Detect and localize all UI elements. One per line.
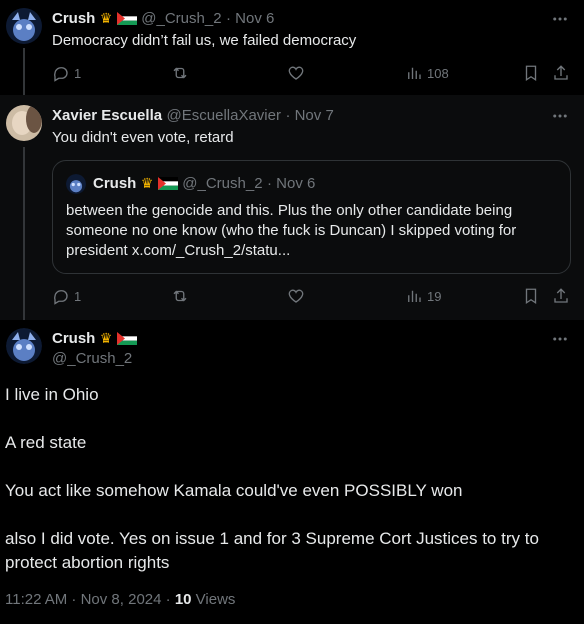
like-button[interactable]	[287, 64, 305, 82]
views-icon	[408, 290, 421, 302]
tweet-date[interactable]: · Nov 6	[226, 10, 274, 27]
reply-icon	[54, 290, 68, 305]
thread-line	[23, 147, 25, 320]
views-button[interactable]: 108	[405, 64, 449, 82]
views-button[interactable]: 19	[405, 287, 441, 305]
views-label: Views	[191, 591, 236, 608]
tweet-paragraph: I live in Ohio	[5, 385, 99, 404]
handle[interactable]: @EscuellaXavier	[167, 107, 281, 124]
quoted-tweet[interactable]: Crush ♛ @_Crush_2 · Nov 6 between the ge…	[52, 160, 571, 274]
reply-icon	[54, 67, 68, 82]
avatar[interactable]	[6, 105, 42, 141]
retweet-button[interactable]	[171, 64, 189, 82]
like-button[interactable]	[287, 287, 305, 305]
avatar[interactable]	[66, 174, 86, 194]
tweet-date: · Nov 6	[267, 175, 316, 192]
avatar[interactable]	[6, 8, 42, 44]
crown-emoji: ♛	[99, 330, 113, 347]
more-icon[interactable]	[551, 107, 569, 130]
tweet-2[interactable]: Xavier Escuella @EscuellaXavier · Nov 7 …	[0, 95, 584, 320]
crown-emoji: ♛	[99, 10, 113, 27]
views-count: 19	[427, 288, 442, 304]
reply-count: 1	[74, 288, 82, 304]
views-count: 10	[174, 591, 192, 608]
palestine-flag	[157, 177, 178, 191]
reply-button[interactable]: 1	[52, 287, 81, 305]
tweet-paragraph: You act like somehow Kamala could've eve…	[5, 481, 463, 500]
display-name: Crush	[93, 175, 137, 192]
thread-line	[23, 48, 25, 98]
palestine-flag	[116, 12, 137, 26]
retweet-icon	[173, 67, 187, 79]
retweet-icon	[173, 290, 187, 302]
tweet-paragraph: also I did vote. Yes on issue 1 and for …	[5, 529, 539, 572]
like-icon	[288, 66, 304, 80]
reply-button[interactable]: 1	[52, 64, 81, 82]
handle[interactable]: @_Crush_2	[52, 350, 132, 367]
bookmark-icon[interactable]	[522, 287, 540, 305]
main-tweet: Crush ♛ @_Crush_2 I live in Ohio A red s…	[0, 320, 584, 624]
tweet-text: Democracy didn’t fail us, we failed demo…	[52, 32, 357, 49]
avatar[interactable]	[6, 328, 42, 364]
crown-emoji: ♛	[140, 175, 154, 192]
display-name[interactable]: Crush	[52, 10, 95, 27]
handle[interactable]: @_Crush_2	[141, 10, 221, 27]
reply-count: 1	[74, 65, 82, 81]
retweet-button[interactable]	[171, 287, 189, 305]
tweet-date[interactable]: · Nov 7	[285, 107, 333, 124]
handle: @_Crush_2	[182, 175, 263, 192]
like-icon	[288, 289, 304, 303]
display-name[interactable]: Crush	[52, 330, 95, 347]
views-count: 108	[427, 65, 449, 81]
timestamp[interactable]: 11:22 AM · Nov 8, 2024 ·	[5, 591, 175, 608]
display-name[interactable]: Xavier Escuella	[52, 107, 162, 124]
bookmark-icon[interactable]	[522, 64, 540, 82]
share-icon[interactable]	[552, 64, 570, 82]
share-icon[interactable]	[552, 287, 570, 305]
tweet-text: You didn't even vote, retard	[52, 129, 234, 146]
more-icon[interactable]	[551, 330, 569, 353]
views-icon	[408, 67, 421, 79]
tweet-paragraph: A red state	[5, 433, 87, 452]
quoted-text: between the genocide and this. Plus the …	[66, 202, 517, 259]
palestine-flag	[116, 332, 137, 346]
tweet-1[interactable]: Crush ♛ @_Crush_2 · Nov 6 Democracy didn…	[0, 0, 584, 98]
more-icon[interactable]	[551, 10, 569, 33]
tweet-meta: 11:22 AM · Nov 8, 2024 · 10 Views	[5, 591, 235, 608]
